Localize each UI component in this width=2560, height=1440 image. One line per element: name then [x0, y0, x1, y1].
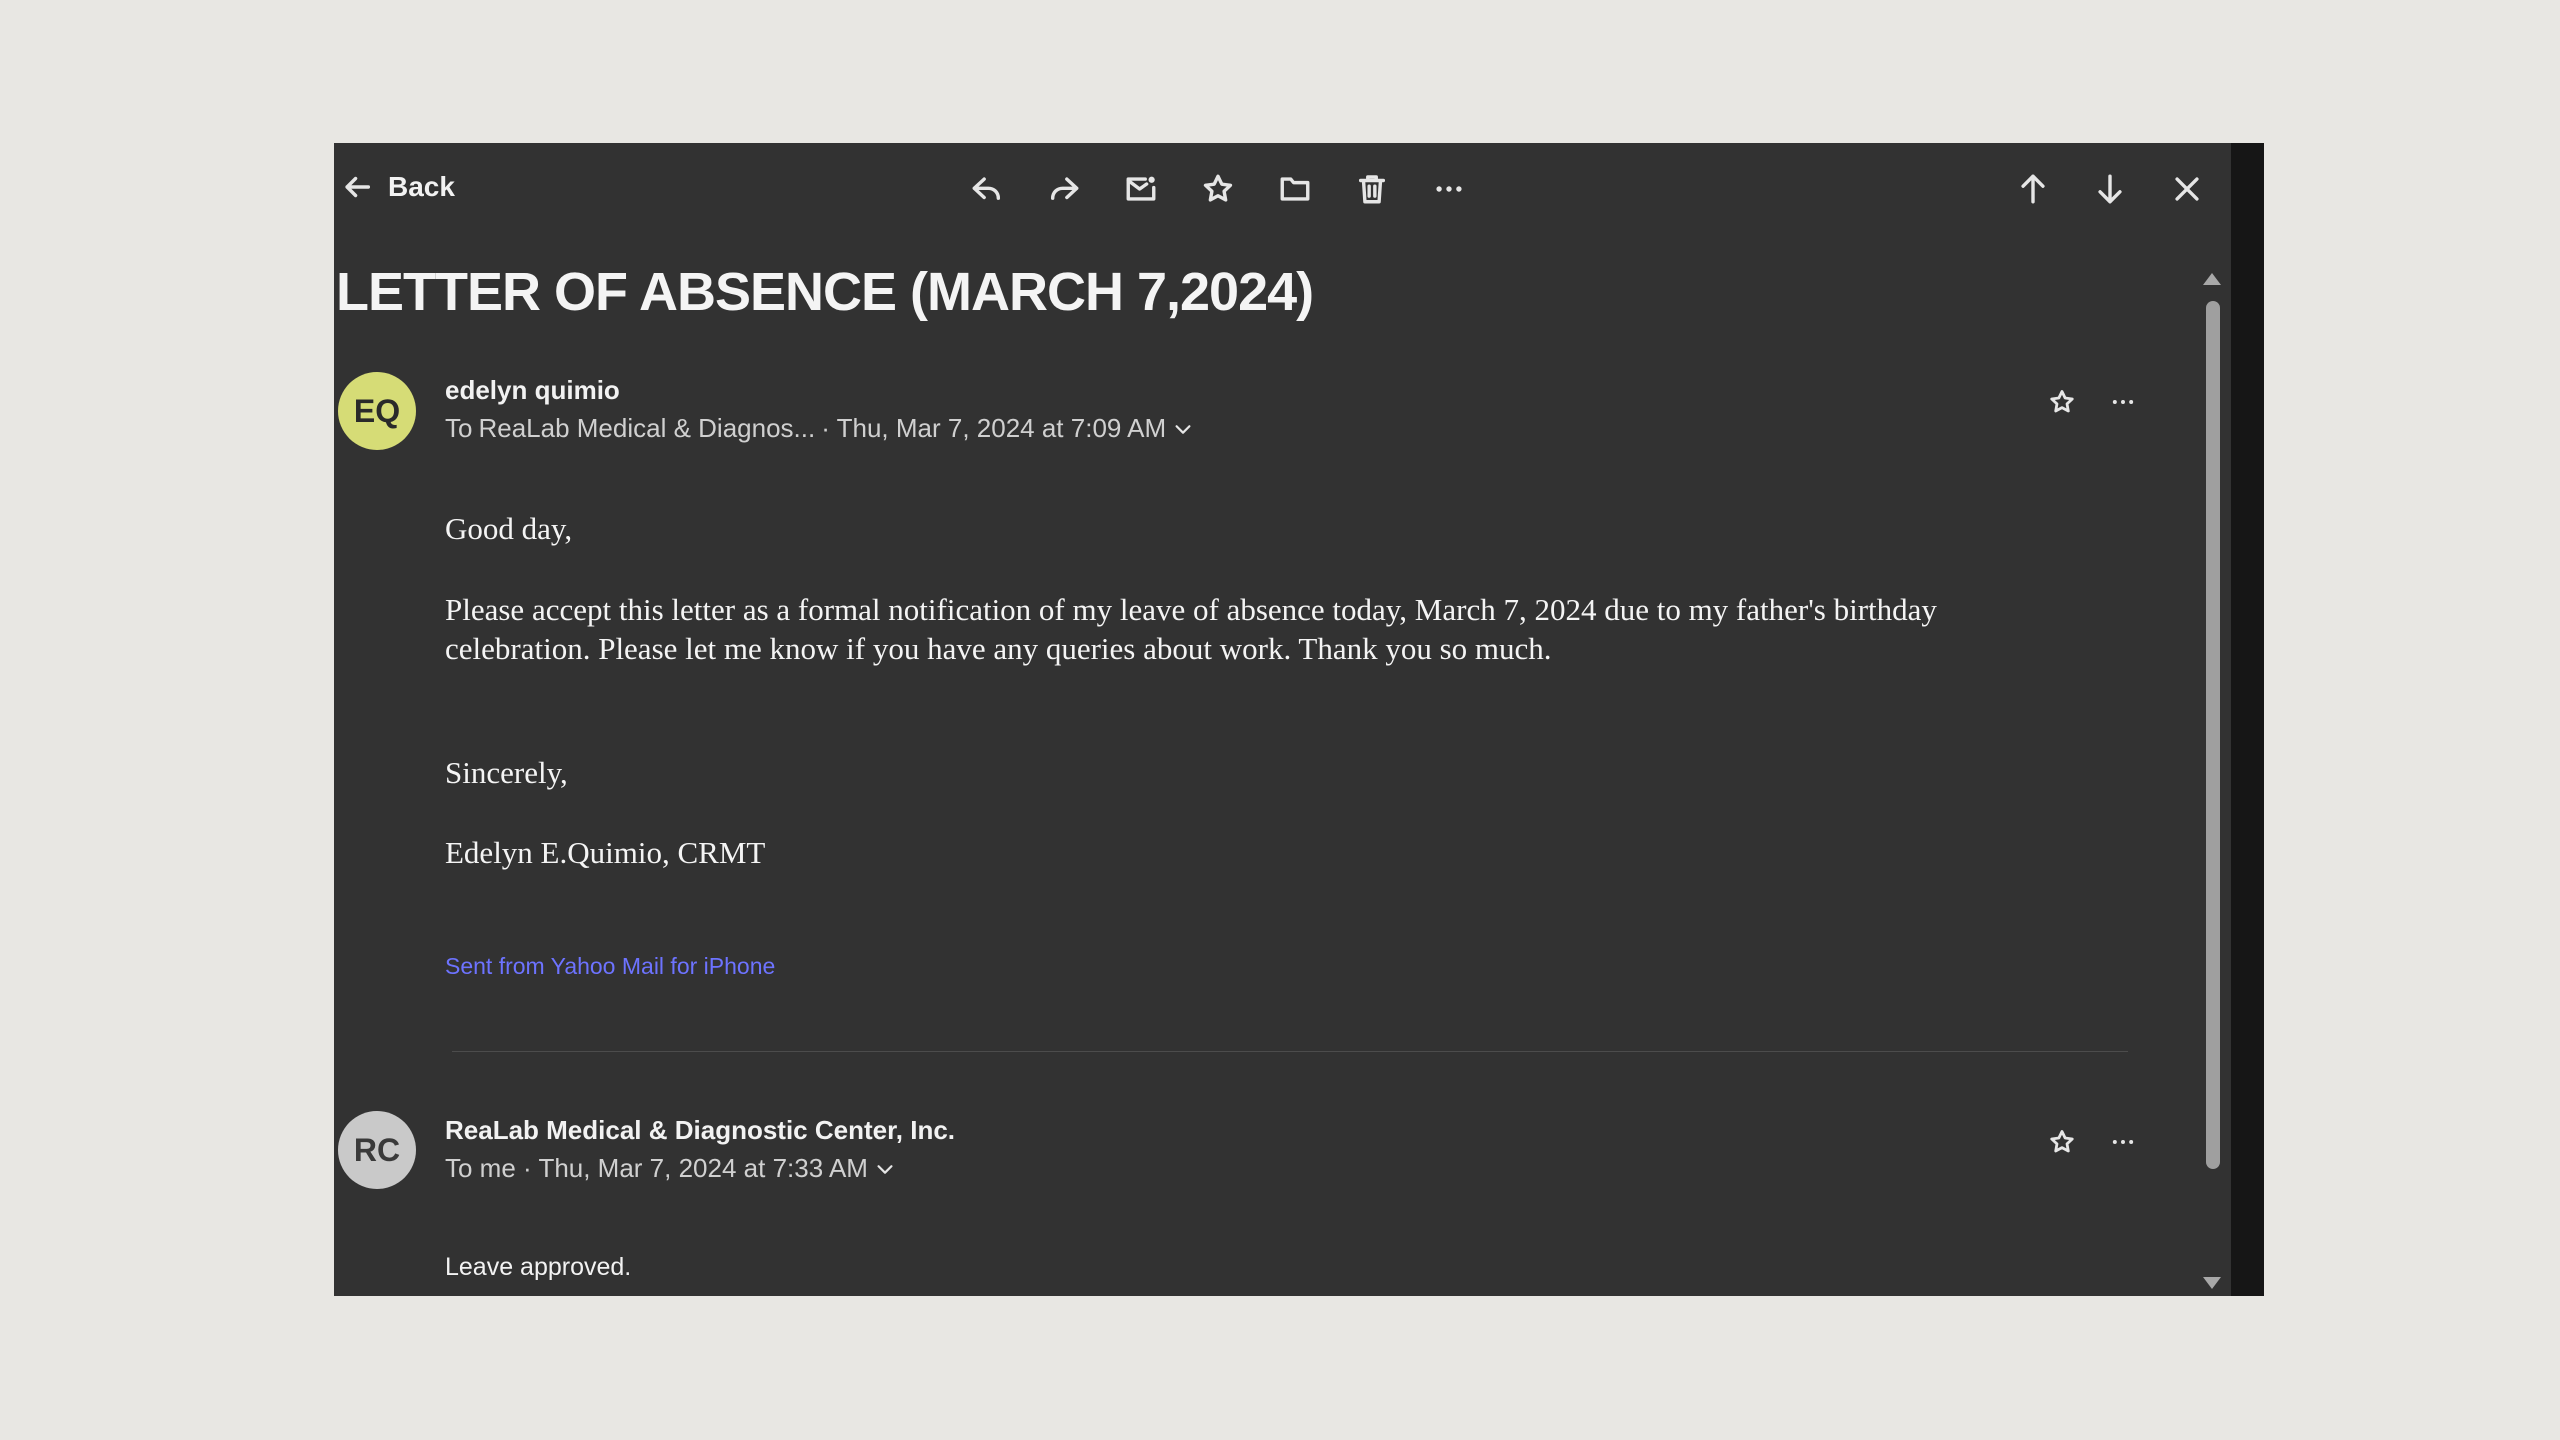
to-prefix: To: [445, 413, 473, 443]
arrow-left-icon: [345, 176, 371, 198]
message-star-button[interactable]: [2042, 1122, 2082, 1162]
chevron-down-icon[interactable]: [874, 1158, 896, 1180]
scrollbar-thumb[interactable]: [2206, 301, 2220, 1169]
avatar-initials: RC: [353, 1131, 401, 1168]
message-date: · Thu, Mar 7, 2024 at 7:09 AM: [821, 413, 1167, 443]
sender-name[interactable]: ReaLab Medical & Diagnostic Center, Inc.: [445, 1115, 955, 1146]
more-icon: [1436, 186, 1462, 192]
move-folder-button[interactable]: [1271, 165, 1319, 213]
arrow-up-icon: [2021, 174, 2045, 204]
forward-button[interactable]: [1040, 165, 1088, 213]
back-label: Back: [388, 171, 455, 202]
scroll-up-arrow[interactable]: [2203, 273, 2221, 285]
more-actions-button[interactable]: [1425, 165, 1473, 213]
recipient-name[interactable]: ReaLab Medical & Diagnos...: [478, 413, 815, 444]
scroll-down-arrow[interactable]: [2203, 1277, 2221, 1289]
chevron-down-icon[interactable]: [1172, 418, 1194, 440]
message-star-button[interactable]: [2042, 382, 2082, 422]
yahoo-mail-link[interactable]: Sent from Yahoo Mail for iPhone: [445, 953, 775, 980]
message-more-button[interactable]: [2103, 382, 2143, 422]
reply-body: Leave approved.: [445, 1253, 632, 1281]
close-icon: [2175, 177, 2199, 201]
message-meta: To me · Thu, Mar 7, 2024 at 7:33 AM: [445, 1153, 896, 1184]
next-message-button[interactable]: [2086, 165, 2134, 213]
arrow-down-icon: [2098, 174, 2122, 204]
message-meta: To ReaLab Medical & Diagnos... · Thu, Ma…: [445, 413, 1194, 444]
star-icon: [2050, 390, 2074, 413]
body-signature: Edelyn E.Quimio, CRMT: [445, 835, 766, 870]
body-paragraph: Please accept this letter as a formal no…: [445, 592, 1937, 666]
folder-icon: [1280, 177, 1310, 201]
avatar-initials: EQ: [353, 392, 401, 429]
star-button[interactable]: [1194, 165, 1242, 213]
sender-name[interactable]: edelyn quimio: [445, 375, 620, 406]
message-recipient-date: To me · Thu, Mar 7, 2024 at 7:33 AM: [445, 1153, 868, 1183]
window-edge: [2231, 143, 2264, 1296]
close-button[interactable]: [2163, 165, 2211, 213]
reply-icon: [972, 177, 1001, 200]
star-icon: [1203, 174, 1233, 202]
mark-unread-button[interactable]: [1117, 165, 1165, 213]
back-button[interactable]: Back: [340, 165, 455, 209]
avatar[interactable]: RC: [338, 1111, 416, 1189]
reply-button[interactable]: [963, 165, 1011, 213]
more-icon: [2112, 400, 2134, 404]
mark-unread-icon: [1126, 176, 1156, 201]
message-divider: [452, 1051, 2128, 1052]
delete-button[interactable]: [1348, 165, 1396, 213]
avatar[interactable]: EQ: [338, 372, 416, 450]
more-icon: [2112, 1140, 2134, 1144]
email-subject: LETTER OF ABSENCE (MARCH 7,2024): [336, 262, 1314, 322]
forward-icon: [1050, 177, 1079, 200]
body-greeting: Good day,: [445, 511, 573, 546]
previous-message-button[interactable]: [2009, 165, 2057, 213]
trash-icon: [1358, 175, 1386, 204]
message-more-button[interactable]: [2103, 1122, 2143, 1162]
email-viewer-window: Back LETTER OF ABSENCE (MARCH 7,2024) EQ…: [334, 143, 2264, 1296]
body-closing: Sincerely,: [445, 755, 568, 790]
star-icon: [2050, 1130, 2074, 1153]
